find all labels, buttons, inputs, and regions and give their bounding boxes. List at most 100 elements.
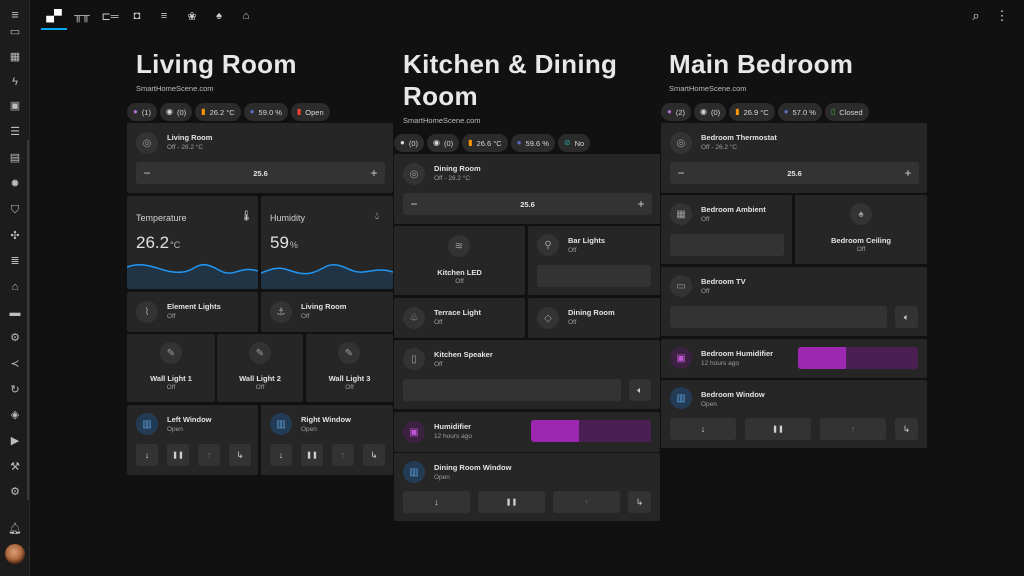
humidifier-card[interactable]: ▣ Humidifier 12 hours ago [394,412,660,452]
occupancy-chip[interactable]: ● (2) [661,103,692,121]
wall-light-3-card[interactable]: ✎ Wall Light 3 Off [306,334,393,402]
media-icon[interactable]: ▶ [7,434,23,448]
vscode-icon[interactable]: ≺ [7,357,23,371]
kitchen-led-card[interactable]: ≋ Kitchen LED Off [394,226,525,295]
tilt-cover-button[interactable]: ↳ [628,491,651,513]
humidity-chip[interactable]: ● 59.0 % [243,103,288,121]
open-cover-button[interactable]: ↑ [820,418,886,440]
leak-chip[interactable]: ⊘ No [557,134,591,152]
motion-chip[interactable]: ◉ (0) [160,103,193,121]
humidifier-level-slider[interactable] [531,420,651,442]
open-cover-button[interactable]: ↑ [332,444,354,466]
monitor-icon[interactable]: ▭ [7,25,23,39]
wall-light-2-card[interactable]: ✎ Wall Light 2 Off [217,334,303,402]
stop-cover-button[interactable]: ❚❚ [745,418,811,440]
thermostat-card[interactable]: ◎ Bedroom Thermostat Off - 26.2 °C − 25.… [661,123,927,193]
gear-icon[interactable]: ⚙ [7,331,23,345]
increase-button[interactable]: + [363,162,385,184]
tilt-cover-button[interactable]: ↳ [229,444,251,466]
network-icon[interactable]: ✣ [7,229,23,243]
motion-chip[interactable]: ◉ (0) [694,103,727,121]
more-icon[interactable]: ⋮ [994,8,1010,24]
light-name: Wall Light 2 [239,374,281,383]
bedroom-tv-card[interactable]: ▭ Bedroom TV Off 🔈︎ [661,267,927,336]
bell-icon[interactable]: 🔔︎ [7,522,23,536]
tilt-cover-button[interactable]: ↳ [895,418,918,440]
close-cover-button[interactable]: ↓ [403,491,470,513]
door-chip[interactable]: ▯ Closed [824,103,869,121]
humidifier-level-slider[interactable] [798,347,918,369]
bar-lights-card[interactable]: ⚲ Bar Lights Off [528,226,660,295]
shield-icon[interactable]: ⛉ [7,203,23,217]
server-icon[interactable]: ≣ [7,254,23,268]
humidity-chip[interactable]: ● 57.0 % [777,103,822,121]
open-cover-button[interactable]: ↑ [198,444,220,466]
terrace-light-card[interactable]: ♧ Terrace Light Off [394,298,525,338]
close-cover-button[interactable]: ↓ [270,444,292,466]
chart-icon[interactable]: ▤ [7,151,23,165]
humidity-chip[interactable]: ● 59.6 % [510,134,555,152]
open-cover-button[interactable]: ↑ [553,491,620,513]
tab-laundry[interactable]: ◘ [124,4,150,28]
panel-icon[interactable]: ▬ [7,306,23,320]
increase-button[interactable]: + [630,193,652,215]
tab-stairs[interactable]: ≡ [151,4,177,28]
bedroom-ceiling-card[interactable]: ♠ Bedroom Ceiling Off [795,195,927,264]
tab-house[interactable]: ⌂ [233,4,259,28]
temperature-chip[interactable]: ▮ 26.6 °C [462,134,508,152]
close-cover-button[interactable]: ↓ [670,418,736,440]
hammer-icon[interactable]: ⚒ [7,460,23,474]
menu-icon[interactable]: ≡ [7,8,23,22]
history-icon[interactable]: ↻ [7,383,23,397]
living-room-light-card[interactable]: ⚓︎ Living Room Off [261,292,393,332]
brightness-slider[interactable] [670,234,784,256]
kitchen-speaker-card[interactable]: ▯ Kitchen Speaker Off 🔈︎ [394,340,660,409]
stop-cover-button[interactable]: ❚❚ [478,491,545,513]
stop-cover-button[interactable]: ❚❚ [301,444,323,466]
tab-bedroom[interactable]: ⊏═ [97,4,123,28]
increase-button[interactable]: + [897,162,919,184]
thermostat-card[interactable]: ◎ Living Room Off - 26.2 °C − 25.6 + [127,123,393,193]
tab-flowers[interactable]: ❀ [179,4,205,28]
temperature-chip[interactable]: ▮ 26.2 °C [195,103,241,121]
compass-icon[interactable]: ◈ [7,408,23,422]
occupancy-chip[interactable]: ● (1) [127,103,158,121]
element-lights-card[interactable]: ⌇ Element Lights Off [127,292,258,332]
temperature-card[interactable]: Temperature 🌡︎ 26.2°C [127,196,258,289]
bedroom-window-card[interactable]: ▥ Bedroom Window Open ↓ ❚❚ ↑ ↳ [661,380,927,448]
settings-icon[interactable]: ⚙ [7,485,23,499]
humidity-card[interactable]: Humidity 💧︎ 59% [261,196,393,289]
brightness-slider[interactable] [537,265,651,287]
account-box-icon[interactable]: ▣ [7,99,23,113]
dining-room-light-card[interactable]: ◇ Dining Room Off [528,298,660,338]
store-icon[interactable]: ⌂ [7,280,23,294]
sidebar-scrollbar[interactable] [27,140,29,500]
tab-dining[interactable]: ╥╥ [69,4,95,28]
occupancy-chip[interactable]: ● (0) [394,134,425,152]
tab-living-room[interactable]: ▄▀ [41,4,67,28]
motion-chip[interactable]: ◉ (0) [427,134,460,152]
close-cover-button[interactable]: ↓ [136,444,158,466]
dining-room-window-card[interactable]: ▥ Dining Room Window Open ↓ ❚❚ ↑ ↳ [394,453,660,521]
stove-icon[interactable]: ▦ [7,50,23,64]
volume-icon[interactable]: 🔈︎ [629,379,651,401]
left-window-card[interactable]: ▥ Left Window Open ↓ ❚❚ ↑ ↳ [127,405,258,475]
volume-slider[interactable] [670,306,887,328]
search-icon[interactable]: ⌕ [968,8,984,24]
avatar[interactable] [5,544,25,564]
bedroom-ambient-card[interactable]: ▦ Bedroom Ambient Off [661,195,792,264]
stop-cover-button[interactable]: ❚❚ [167,444,189,466]
door-chip[interactable]: ▮ Open [290,103,330,121]
right-window-card[interactable]: ▥ Right Window Open ↓ ❚❚ ↑ ↳ [261,405,393,475]
volume-icon[interactable]: 🔈︎ [895,306,918,328]
list-icon[interactable]: ☰ [7,125,23,139]
temperature-chip[interactable]: ▮ 26.9 °C [729,103,775,121]
lightning-icon[interactable]: ϟ [7,75,23,89]
wall-light-1-card[interactable]: ✎ Wall Light 1 Off [127,334,215,402]
tab-garden[interactable]: ♠ [206,4,232,28]
volume-slider[interactable] [403,379,621,401]
tilt-cover-button[interactable]: ↳ [363,444,385,466]
thermostat-card[interactable]: ◎ Dining Room Off - 26.2 °C − 25.6 + [394,154,660,224]
bedroom-humidifier-card[interactable]: ▣ Bedroom Humidifier 12 hours ago [661,339,927,378]
cog-icon[interactable]: ✹ [7,177,23,191]
